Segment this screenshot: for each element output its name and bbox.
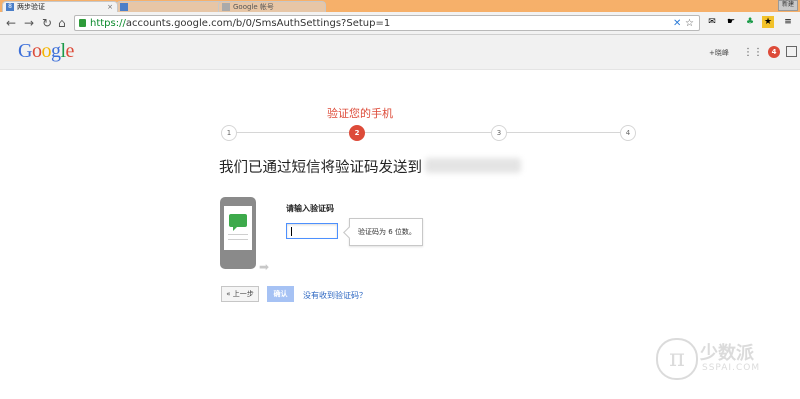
confirm-button[interactable]: 确认 [267,286,294,302]
progress-line [228,132,630,133]
sticky-extension-icon[interactable]: ★ [762,16,774,28]
tab-title: Google 帐号 [233,3,274,11]
previous-step-button[interactable]: « 上一步 [221,286,259,302]
back-arrow-icon[interactable]: ← [6,16,16,30]
translate-icon[interactable]: ✕ [673,17,681,30]
tab-favicon-icon [222,3,230,11]
step-indicator-2: 2 [349,125,365,141]
phone-number-blurred [425,158,521,173]
no-code-received-link[interactable]: 没有收到验证码？ [303,290,367,301]
profile-link[interactable]: +晓峰 [709,48,729,58]
tab-favicon-icon [120,3,128,11]
tab-strip: 8 两步验证 × Google 帐号 新建 [0,0,800,12]
tab-inactive[interactable] [116,1,224,12]
tab-active[interactable]: 8 两步验证 × [2,1,118,12]
address-bar[interactable]: https://accounts.google.com/b/0/SmsAuthS… [74,15,700,31]
code-field-label: 请输入验证码 [286,204,334,213]
sspai-watermark: π 少数派 SSPAI.COM [656,336,786,381]
browser-toolbar: ← → ↻ ⌂ https://accounts.google.com/b/0/… [0,12,800,35]
watermark-en: SSPAI.COM [702,363,761,373]
url-text: https://accounts.google.com/b/0/SmsAuthS… [90,18,391,29]
arrow-right-icon: ➡ [259,260,270,274]
google-favicon-icon: 8 [6,3,14,11]
apps-grid-icon[interactable]: ⋮⋮ [743,47,763,58]
tab-inactive[interactable]: Google 帐号 [218,1,326,12]
home-icon[interactable]: ⌂ [58,16,66,30]
code-hint-tooltip: 验证码为 6 位数。 [349,218,423,246]
notification-badge[interactable]: 4 [768,46,780,58]
reload-icon[interactable]: ↻ [42,16,52,30]
browser-window: 8 两步验证 × Google 帐号 新建 ← → ↻ ⌂ https://ac… [0,0,800,399]
tab-title: 两步验证 [17,3,45,11]
verification-code-input[interactable] [286,223,338,239]
page-headline: 我们已通过短信将验证码发送到 [219,160,422,176]
step-indicator-1: 1 [221,125,237,141]
hand-extension-icon[interactable]: ☛ [725,16,737,28]
step-indicator-3: 3 [491,125,507,141]
page-content: Google +晓峰 ⋮⋮ 4 验证您的手机 1 2 3 4 我们已通过短信将验… [0,35,800,399]
evernote-extension-icon[interactable]: ♣ [744,16,756,28]
mail-extension-icon[interactable]: ✉ [706,16,718,28]
share-icon[interactable] [786,46,797,57]
phone-illustration-icon [220,197,256,269]
bookmark-star-icon[interactable]: ☆ [685,17,694,30]
step-title: 验证您的手机 [327,107,393,120]
google-logo[interactable]: Google [18,40,74,63]
window-control-button[interactable]: 新建 [778,0,798,11]
pi-logo-icon: π [656,338,698,380]
forward-arrow-icon[interactable]: → [24,16,34,30]
lock-icon [79,19,86,27]
tab-close-icon[interactable]: × [107,2,113,12]
watermark-cn: 少数派 [700,343,754,364]
step-indicator-4: 4 [620,125,636,141]
google-header: Google +晓峰 ⋮⋮ 4 [0,35,800,70]
menu-icon[interactable]: ≡ [782,16,794,28]
